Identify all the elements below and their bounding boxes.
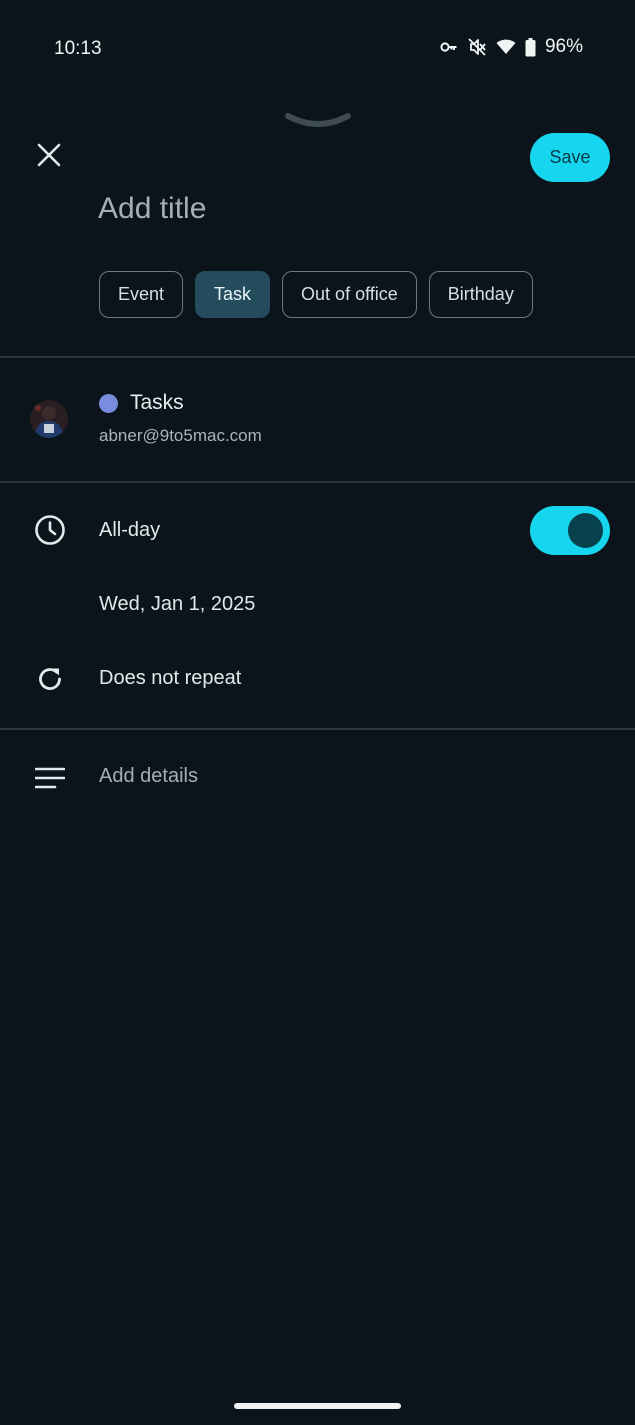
battery-icon: [525, 37, 536, 57]
toggle-knob: [568, 513, 603, 548]
add-details-input[interactable]: Add details: [99, 765, 198, 788]
calendar-name[interactable]: Tasks: [130, 391, 184, 415]
home-indicator[interactable]: [234, 1403, 401, 1409]
status-icons: 96%: [440, 36, 583, 58]
repeat-icon: [30, 659, 70, 699]
divider: [0, 728, 635, 730]
type-chips: Event Task Out of office Birthday: [99, 271, 533, 318]
repeat-option[interactable]: Does not repeat: [99, 667, 241, 690]
wifi-icon: [496, 39, 516, 55]
save-button[interactable]: Save: [530, 133, 610, 182]
chip-out-of-office[interactable]: Out of office: [282, 271, 417, 318]
notes-icon: [30, 758, 70, 798]
all-day-label: All-day: [99, 519, 161, 541]
clock-icon: [30, 510, 70, 550]
date-value[interactable]: Wed, Jan 1, 2025: [99, 593, 255, 616]
silent-icon: [467, 37, 487, 57]
sheet-collapse-handle[interactable]: [284, 110, 352, 132]
calendar-color-dot: [99, 394, 118, 413]
all-day-toggle[interactable]: [530, 506, 610, 555]
title-input[interactable]: [98, 186, 508, 232]
avatar[interactable]: [30, 400, 68, 438]
status-time: 10:13: [54, 38, 102, 59]
battery-percent: 96%: [544, 36, 583, 57]
account-email: abner@9to5mac.com: [99, 426, 262, 445]
divider: [0, 481, 635, 483]
close-button[interactable]: [30, 138, 68, 176]
chip-event[interactable]: Event: [99, 271, 184, 318]
divider: [0, 356, 635, 358]
vpn-key-icon: [440, 41, 458, 53]
chip-task[interactable]: Task: [195, 271, 271, 318]
chip-birthday[interactable]: Birthday: [428, 271, 533, 318]
close-icon: [37, 143, 61, 172]
